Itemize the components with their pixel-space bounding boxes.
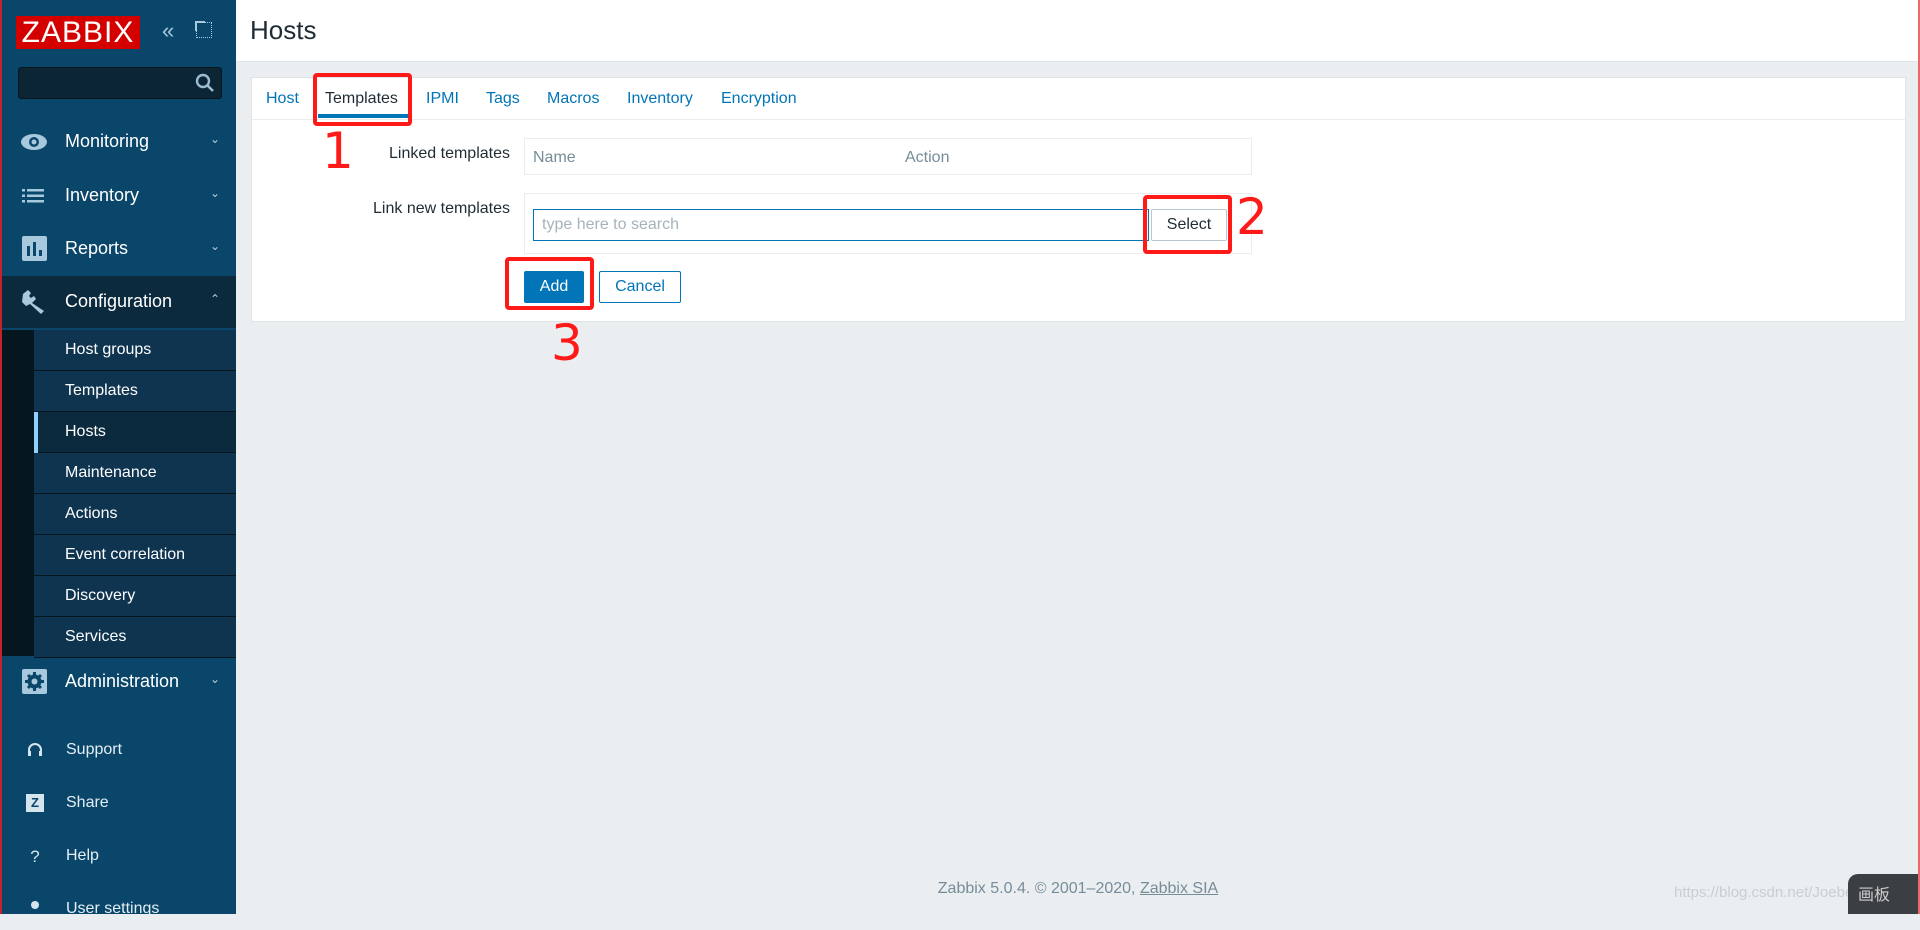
configuration-submenu: Host groups Templates Hosts Maintenance … (2, 330, 236, 658)
gear-icon (22, 669, 47, 694)
tab-bar: Host Templates IPMI Tags Macros Inventor… (252, 78, 1905, 120)
submenu-label: Host groups (65, 341, 152, 358)
link-new-templates-label: Link new templates (373, 200, 510, 217)
submenu-discovery[interactable]: Discovery (34, 576, 236, 617)
submenu-label: Discovery (65, 587, 136, 604)
menu-label: Reports (65, 238, 129, 258)
chevron-down-icon: ⌄ (210, 239, 221, 253)
sidebar-search (18, 67, 222, 99)
user-icon (31, 901, 39, 909)
tab-tags[interactable]: Tags (486, 90, 520, 108)
menu-inventory[interactable]: Inventory ⌄ (2, 170, 236, 222)
column-header-action: Action (905, 149, 950, 166)
menu-label: Configuration (65, 291, 173, 311)
menu-label: Administration (65, 671, 180, 691)
linked-templates-table: Name Action (524, 138, 1252, 175)
menu-label: Inventory (65, 185, 140, 205)
user-settings-link[interactable]: User settings (2, 890, 236, 930)
util-label: Help (66, 847, 99, 864)
util-label: Share (66, 794, 109, 811)
template-search-input[interactable] (533, 209, 1149, 241)
chevron-up-icon: ⌃ (210, 292, 221, 306)
submenu-host-groups[interactable]: Host groups (34, 330, 236, 371)
sidebar: ZABBIX « Monitoring ⌄ Inventory ⌄ Report… (0, 0, 236, 917)
tab-host[interactable]: Host (266, 90, 299, 108)
wrench-icon (22, 290, 44, 314)
cancel-button[interactable]: Cancel (599, 271, 681, 303)
floating-toolbar[interactable]: 画板 (1848, 874, 1920, 914)
submenu-templates[interactable]: Templates (34, 371, 236, 412)
help-link[interactable]: ? Help (2, 837, 236, 877)
util-label: Support (66, 741, 123, 758)
bar-chart-icon (22, 236, 47, 261)
annotation-number-2: 2 (1236, 188, 1268, 246)
kiosk-mode-icon[interactable] (195, 21, 212, 38)
menu-reports[interactable]: Reports ⌄ (2, 223, 236, 275)
menu-label: Monitoring (65, 131, 150, 151)
footer: Zabbix 5.0.4. © 2001–2020, Zabbix SIA (236, 880, 1920, 898)
menu-administration[interactable]: Administration ⌄ (2, 656, 236, 708)
submenu-label: Services (65, 628, 127, 645)
menu-monitoring[interactable]: Monitoring ⌄ (2, 116, 236, 168)
host-form-panel: Host Templates IPMI Tags Macros Inventor… (251, 77, 1906, 322)
chevron-down-icon: ⌄ (210, 186, 221, 200)
submenu-label: Hosts (65, 423, 106, 440)
annotation-number-3: 3 (551, 314, 583, 372)
eye-icon (21, 134, 47, 150)
zabbix-logo[interactable]: ZABBIX (16, 16, 140, 49)
submenu-hosts[interactable]: Hosts (34, 412, 236, 453)
support-link[interactable]: Support (2, 731, 236, 771)
submenu-label: Actions (65, 505, 118, 522)
submenu-label: Event correlation (65, 546, 186, 563)
share-z-icon: Z (26, 794, 44, 812)
search-icon[interactable] (195, 73, 215, 93)
tab-encryption[interactable]: Encryption (721, 90, 797, 108)
list-icon (22, 189, 44, 203)
util-label: User settings (66, 900, 160, 917)
annotation-number-1: 1 (322, 122, 354, 180)
tab-ipmi[interactable]: IPMI (426, 90, 459, 108)
submenu-label: Templates (65, 382, 138, 399)
annotation-box-2 (1143, 195, 1232, 254)
menu-configuration[interactable]: Configuration ⌃ (2, 276, 236, 328)
annotation-box-3 (505, 257, 594, 310)
submenu-label: Maintenance (65, 464, 157, 481)
annotation-box-1 (313, 73, 412, 126)
submenu-actions[interactable]: Actions (34, 494, 236, 535)
headset-icon (28, 743, 42, 756)
page-title: Hosts (250, 15, 317, 45)
share-link[interactable]: Z Share (2, 784, 236, 824)
page-header: Hosts (236, 0, 1920, 62)
linked-templates-label: Linked templates (389, 145, 510, 162)
help-icon: ? (30, 847, 40, 866)
footer-text: Zabbix 5.0.4. © 2001–2020, (937, 880, 1140, 897)
collapse-sidebar-icon[interactable]: « (162, 18, 174, 44)
tab-inventory[interactable]: Inventory (627, 90, 693, 108)
zabbix-sia-link[interactable]: Zabbix SIA (1140, 880, 1218, 897)
submenu-event-correlation[interactable]: Event correlation (34, 535, 236, 576)
sidebar-search-input[interactable] (25, 72, 189, 96)
chevron-down-icon: ⌄ (210, 132, 221, 146)
submenu-services[interactable]: Services (34, 617, 236, 658)
submenu-maintenance[interactable]: Maintenance (34, 453, 236, 494)
tab-macros[interactable]: Macros (547, 90, 599, 108)
column-header-name: Name (533, 149, 576, 166)
chevron-down-icon: ⌄ (210, 672, 221, 686)
watermark: https://blog.csdn.net/JoebeeT (1674, 884, 1871, 901)
